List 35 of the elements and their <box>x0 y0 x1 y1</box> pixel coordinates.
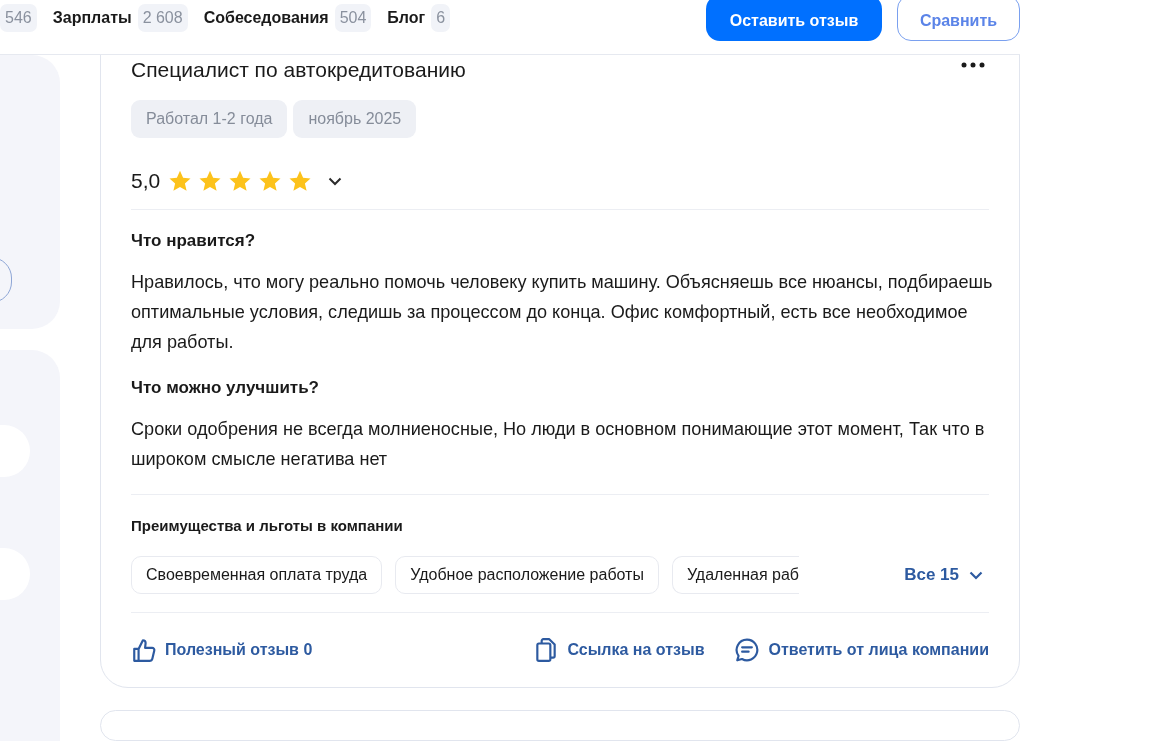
section-heading: Что нравится? <box>131 230 257 252</box>
count-badge: 504 <box>334 4 372 32</box>
action-link[interactable]: Ответить от лица компании <box>734 637 989 663</box>
review-title: Специалист по автокредитованию <box>131 57 466 83</box>
star-icon <box>258 169 283 193</box>
star-icon <box>168 169 193 193</box>
count-badge: 2 608 <box>137 4 188 32</box>
tag: Работал 1-2 года <box>131 100 288 138</box>
star-icon <box>288 169 313 193</box>
compare-button[interactable]: Сравнить <box>897 0 1020 41</box>
review-text: Сроки одобрения не всегда молниеносные, Но люди в основном понимающие этот момент, Так что в широком смысле негатива нет <box>131 418 986 471</box>
review-text: Нравилось, что могу реально помочь человеку купить машину. Объясняешь все нюансы, подбираешь оптимальные условия, следишь за процессом до конца. Офис комфортный, есть все необходимое для работы. <box>131 271 993 354</box>
nav-link[interactable]: Блог <box>387 9 426 27</box>
chevron-down-icon <box>969 570 983 580</box>
nav-link[interactable]: Собеседования <box>203 9 329 27</box>
benefit-tag: Своевременная оплата труда <box>131 556 383 594</box>
thumbs-up-icon <box>131 637 157 663</box>
rating-value: 5,0 <box>131 169 161 193</box>
star-icon <box>198 169 223 193</box>
count-badge: 6 <box>431 4 451 32</box>
benefit-tag: Удобное расположение работы <box>395 556 659 594</box>
section-heading: Что можно улучшить? <box>131 377 320 399</box>
star-icon <box>228 169 253 193</box>
leave-review-button[interactable]: Оставить отзыв <box>706 0 882 41</box>
more-icon[interactable] <box>961 62 985 68</box>
count-badge: 546 <box>0 4 37 32</box>
action-link[interactable]: Полезный отзыв 0 <box>131 637 313 663</box>
benefits-heading: Преимущества и льготы в компании <box>131 517 404 534</box>
action-link[interactable]: Ссылка на отзыв <box>533 637 705 663</box>
chat-icon <box>734 637 761 663</box>
tag: ноябрь 2025 <box>293 100 417 138</box>
benefit-tag: Удаленная раб <box>671 556 799 594</box>
chevron-down-icon[interactable] <box>328 176 343 186</box>
nav-link[interactable]: Зарплаты <box>52 9 132 27</box>
show-all-button[interactable]: Все 15 <box>904 565 983 585</box>
